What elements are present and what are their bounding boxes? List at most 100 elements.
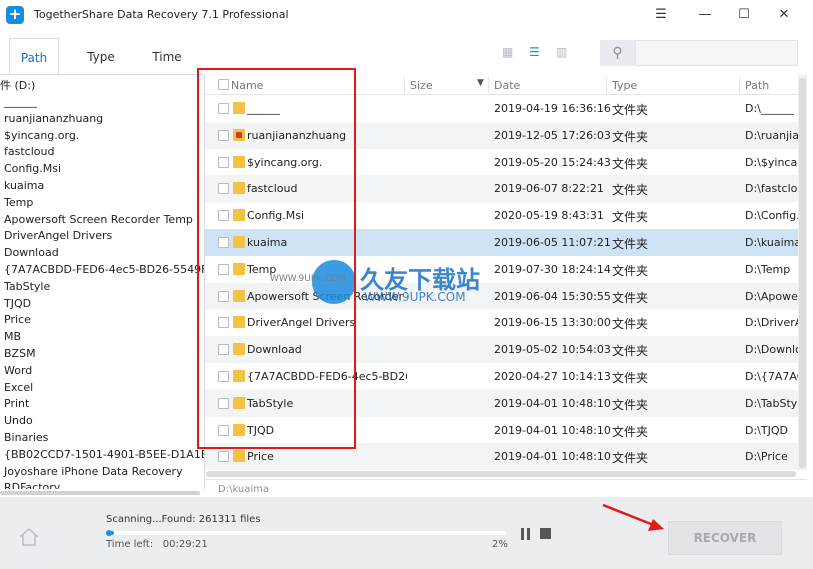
tree-item[interactable]: Config.Msi — [4, 162, 61, 175]
file-type: 文件夹 — [612, 397, 649, 412]
tree-scroll-thumb[interactable] — [0, 491, 200, 495]
file-type: 文件夹 — [612, 371, 649, 385]
recover-button[interactable]: RECOVER — [668, 521, 782, 555]
current-path-bar — [205, 479, 807, 497]
file-path: D:\$yincang.org. — [745, 155, 798, 169]
column-size[interactable]: Size — [410, 79, 433, 92]
file-type: 文件夹 — [612, 103, 649, 117]
column-divider[interactable] — [488, 77, 489, 93]
file-path: D:\Download — [745, 343, 798, 357]
pause-icon-bar — [527, 528, 530, 540]
file-date: 2019-04-01 10:48:10 — [494, 423, 611, 437]
scan-status: Scanning...Found: 261311 files — [106, 514, 261, 525]
tree-item[interactable]: BZSM — [4, 347, 36, 360]
maximize-icon[interactable]: ☐ — [729, 4, 759, 26]
detail-view-icon[interactable]: ▥ — [556, 46, 570, 58]
tab-type[interactable]: Type — [74, 38, 128, 75]
file-type: 文件夹 — [612, 424, 649, 439]
time-left-label: Time left: — [106, 539, 154, 550]
grid-view-icon[interactable]: ▦ — [502, 46, 516, 58]
title-bar: + TogetherShare Data Recovery 7.1 Profes… — [0, 0, 813, 30]
row-checkbox[interactable] — [218, 451, 229, 463]
tree-item[interactable]: $yincang.org. — [4, 129, 79, 142]
tree-item[interactable]: Joyoshare iPhone Data Recovery — [4, 465, 183, 478]
file-path: D:\______ — [745, 102, 794, 115]
tab-time[interactable]: Time — [140, 38, 194, 75]
tree-item[interactable]: ruanjiananzhuang — [4, 112, 103, 125]
column-divider[interactable] — [606, 77, 607, 93]
current-path: D:\kuaima — [218, 484, 270, 495]
file-date: 2019-06-05 11:07:21 — [494, 236, 611, 249]
tree-item[interactable]: TabStyle — [4, 280, 50, 293]
pause-icon-bar — [521, 528, 524, 540]
tree-item[interactable]: Excel — [4, 381, 33, 394]
tree-item[interactable]: Temp — [4, 196, 33, 209]
tree-item[interactable]: TJQD — [4, 297, 31, 310]
highlight-annotation-box — [197, 68, 356, 449]
tree-root-drive[interactable]: 件 (D:) — [0, 77, 35, 93]
tree-item[interactable]: Apowersoft Screen Recorder Temp — [4, 213, 193, 226]
file-path: D:\TabStyle — [745, 396, 798, 410]
time-left-value: 00:29:21 — [162, 539, 208, 550]
file-type: 文件夹 — [612, 290, 649, 305]
column-divider[interactable] — [404, 77, 405, 93]
file-path: D:\Temp — [745, 262, 791, 276]
search-input[interactable] — [637, 41, 797, 65]
stop-button[interactable] — [540, 528, 551, 539]
close-icon[interactable]: ✕ — [769, 4, 799, 26]
home-icon[interactable] — [18, 527, 40, 547]
tree-item[interactable]: Print — [4, 397, 29, 410]
file-date: 2020-04-27 10:14:13 — [494, 370, 611, 383]
tree-item[interactable]: Word — [4, 364, 32, 377]
tree-item[interactable]: Download — [4, 246, 59, 259]
pause-button[interactable] — [520, 528, 532, 540]
time-left: Time left: 00:29:21 — [106, 539, 208, 550]
file-path: D:\Price — [745, 450, 788, 464]
file-name: Price — [247, 450, 274, 464]
column-divider[interactable] — [739, 77, 740, 93]
list-scroll-thumb[interactable] — [799, 78, 806, 468]
list-view-icon[interactable]: ☰ — [529, 46, 543, 58]
tree-item[interactable]: DriverAngel Drivers — [4, 229, 112, 242]
column-date[interactable]: Date — [494, 79, 520, 92]
file-type: 文件夹 — [612, 210, 649, 225]
file-type: 文件夹 — [612, 183, 649, 198]
file-type: 文件夹 — [612, 129, 649, 144]
tree-item[interactable]: Binaries — [4, 431, 48, 444]
tree-item[interactable]: {7A7ACBDD-FED6-4ec5-BD26-5549FEB5 — [4, 263, 204, 276]
file-type: 文件夹 — [612, 237, 649, 251]
file-path: D:\Config.Msi — [745, 209, 798, 223]
scan-percent: 2% — [492, 539, 508, 550]
file-path: D:\ruanjiananzhuang — [745, 128, 798, 142]
tree-item[interactable]: Undo — [4, 414, 33, 427]
file-date: 2019-05-02 10:54:03 — [494, 343, 611, 357]
file-path: D:\Apowersoft — [745, 289, 798, 303]
scan-progress-track — [106, 531, 506, 535]
tab-path[interactable]: Path — [9, 38, 59, 75]
file-type: 文件夹 — [612, 344, 649, 359]
file-path: D:\TJQD — [745, 423, 788, 437]
minimize-icon[interactable]: — — [690, 4, 720, 26]
file-date: 2019-05-20 15:24:43 — [494, 155, 611, 169]
tree-item[interactable]: fastcloud — [4, 145, 54, 158]
search-icon[interactable]: ⚲ — [600, 40, 636, 66]
list-horizontal-scroll-thumb[interactable] — [206, 471, 796, 477]
hamburger-menu-icon[interactable]: ☰ — [646, 4, 676, 26]
file-date: 2019-04-01 10:48:10 — [494, 396, 611, 410]
file-path: D:\fastcloud — [745, 182, 798, 196]
scan-progress-handle — [106, 530, 112, 536]
tree-item[interactable]: Price — [4, 313, 31, 326]
file-type: 文件夹 — [612, 156, 649, 171]
file-type: 文件夹 — [612, 451, 649, 466]
file-type: 文件夹 — [612, 263, 649, 278]
column-path[interactable]: Path — [745, 79, 769, 92]
column-type[interactable]: Type — [612, 79, 637, 92]
tree-item[interactable]: MB — [4, 330, 21, 343]
tree-item[interactable]: ______ — [4, 95, 37, 108]
file-date: 2019-06-15 13:30:00 — [494, 316, 611, 330]
folder-tree[interactable]: 件 (D:) ______ ruanjiananzhuang $yincang.or… — [0, 75, 205, 497]
tree-item[interactable]: {BB02CCD7-1501-4901-B5EE-D1A1B352 — [4, 448, 204, 461]
sort-arrow-icon[interactable]: ▼ — [477, 78, 484, 88]
view-mode-tabs: Path Type Time — [0, 38, 205, 75]
tree-item[interactable]: kuaima — [4, 179, 44, 192]
